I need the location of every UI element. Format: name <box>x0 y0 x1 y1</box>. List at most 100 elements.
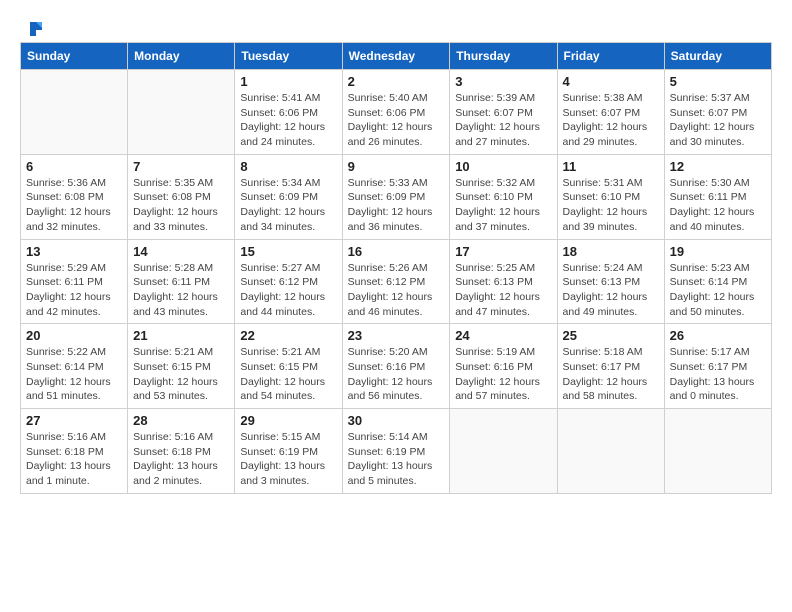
calendar-cell: 3Sunrise: 5:39 AMSunset: 6:07 PMDaylight… <box>450 70 557 155</box>
calendar-cell: 20 Sunrise: 5:22 AMSunset: 6:14 PMDayligh… <box>21 324 128 409</box>
day-info: Sunrise: 5:39 AMSunset: 6:07 PMDaylight:… <box>455 91 551 150</box>
day-number: 6 <box>26 159 122 174</box>
calendar-cell: 28Sunrise: 5:16 AMSunset: 6:18 PMDayligh… <box>128 409 235 494</box>
day-info: Sunrise: 5:19 AMSunset: 6:16 PMDaylight:… <box>455 345 551 404</box>
calendar-cell: 18 Sunrise: 5:24 AMSunset: 6:13 PMDayligh… <box>557 239 664 324</box>
day-info: Sunrise: 5:16 AMSunset: 6:18 PMDaylight:… <box>26 430 122 489</box>
calendar-body: 1 Sunrise: 5:41 AMSunset: 6:06 PMDaylight… <box>21 70 772 494</box>
day-number: 29 <box>240 413 336 428</box>
day-info: Sunrise: 5:41 AMSunset: 6:06 PMDaylight:… <box>240 91 336 150</box>
day-number: 13 <box>26 244 122 259</box>
calendar-cell: 25 Sunrise: 5:18 AMSunset: 6:17 PMDayligh… <box>557 324 664 409</box>
page-header <box>20 20 772 32</box>
day-number: 7 <box>133 159 229 174</box>
calendar-week-row: 20 Sunrise: 5:22 AMSunset: 6:14 PMDayligh… <box>21 324 772 409</box>
day-number: 23 <box>348 328 445 343</box>
day-number: 8 <box>240 159 336 174</box>
day-number: 10 <box>455 159 551 174</box>
calendar-cell <box>128 70 235 155</box>
weekday-header-wednesday: Wednesday <box>342 43 450 70</box>
calendar-cell: 11 Sunrise: 5:31 AMSunset: 6:10 PMDayligh… <box>557 154 664 239</box>
day-info: Sunrise: 5:22 AMSunset: 6:14 PMDaylight:… <box>26 345 122 404</box>
day-number: 15 <box>240 244 336 259</box>
calendar-cell: 22 Sunrise: 5:21 AMSunset: 6:15 PMDayligh… <box>235 324 342 409</box>
day-number: 22 <box>240 328 336 343</box>
day-number: 18 <box>563 244 659 259</box>
day-info: Sunrise: 5:18 AMSunset: 6:17 PMDaylight:… <box>563 345 659 404</box>
day-info: Sunrise: 5:20 AMSunset: 6:16 PMDaylight:… <box>348 345 445 404</box>
weekday-header-sunday: Sunday <box>21 43 128 70</box>
day-info: Sunrise: 5:33 AMSunset: 6:09 PMDaylight:… <box>348 176 445 235</box>
day-number: 19 <box>670 244 766 259</box>
calendar-cell: 23 Sunrise: 5:20 AMSunset: 6:16 PMDayligh… <box>342 324 450 409</box>
calendar-week-row: 6Sunrise: 5:36 AMSunset: 6:08 PMDaylight… <box>21 154 772 239</box>
day-number: 12 <box>670 159 766 174</box>
calendar-cell: 30Sunrise: 5:14 AMSunset: 6:19 PMDayligh… <box>342 409 450 494</box>
day-info: Sunrise: 5:28 AMSunset: 6:11 PMDaylight:… <box>133 261 229 320</box>
calendar-cell: 19 Sunrise: 5:23 AMSunset: 6:14 PMDayligh… <box>664 239 771 324</box>
calendar-cell: 29 Sunrise: 5:15 AMSunset: 6:19 PMDayligh… <box>235 409 342 494</box>
weekday-header-saturday: Saturday <box>664 43 771 70</box>
calendar-cell: 13 Sunrise: 5:29 AMSunset: 6:11 PMDayligh… <box>21 239 128 324</box>
calendar-cell: 6Sunrise: 5:36 AMSunset: 6:08 PMDaylight… <box>21 154 128 239</box>
day-number: 24 <box>455 328 551 343</box>
day-number: 27 <box>26 413 122 428</box>
day-info: Sunrise: 5:21 AMSunset: 6:15 PMDaylight:… <box>240 345 336 404</box>
calendar-cell <box>557 409 664 494</box>
day-number: 21 <box>133 328 229 343</box>
calendar-cell: 5 Sunrise: 5:37 AMSunset: 6:07 PMDaylight… <box>664 70 771 155</box>
day-info: Sunrise: 5:38 AMSunset: 6:07 PMDaylight:… <box>563 91 659 150</box>
calendar-cell: 17 Sunrise: 5:25 AMSunset: 6:13 PMDayligh… <box>450 239 557 324</box>
weekday-header-friday: Friday <box>557 43 664 70</box>
calendar-cell: 7 Sunrise: 5:35 AMSunset: 6:08 PMDaylight… <box>128 154 235 239</box>
day-info: Sunrise: 5:27 AMSunset: 6:12 PMDaylight:… <box>240 261 336 320</box>
day-info: Sunrise: 5:30 AMSunset: 6:11 PMDaylight:… <box>670 176 766 235</box>
weekday-header-tuesday: Tuesday <box>235 43 342 70</box>
day-info: Sunrise: 5:25 AMSunset: 6:13 PMDaylight:… <box>455 261 551 320</box>
day-number: 28 <box>133 413 229 428</box>
calendar-cell: 4 Sunrise: 5:38 AMSunset: 6:07 PMDaylight… <box>557 70 664 155</box>
day-number: 1 <box>240 74 336 89</box>
day-info: Sunrise: 5:23 AMSunset: 6:14 PMDaylight:… <box>670 261 766 320</box>
day-info: Sunrise: 5:15 AMSunset: 6:19 PMDaylight:… <box>240 430 336 489</box>
day-info: Sunrise: 5:24 AMSunset: 6:13 PMDaylight:… <box>563 261 659 320</box>
day-info: Sunrise: 5:35 AMSunset: 6:08 PMDaylight:… <box>133 176 229 235</box>
calendar-cell <box>450 409 557 494</box>
calendar-cell <box>664 409 771 494</box>
calendar-cell: 9 Sunrise: 5:33 AMSunset: 6:09 PMDaylight… <box>342 154 450 239</box>
day-info: Sunrise: 5:31 AMSunset: 6:10 PMDaylight:… <box>563 176 659 235</box>
weekday-header-monday: Monday <box>128 43 235 70</box>
calendar-cell: 21 Sunrise: 5:21 AMSunset: 6:15 PMDayligh… <box>128 324 235 409</box>
day-number: 20 <box>26 328 122 343</box>
day-info: Sunrise: 5:14 AMSunset: 6:19 PMDaylight:… <box>348 430 445 489</box>
day-info: Sunrise: 5:21 AMSunset: 6:15 PMDaylight:… <box>133 345 229 404</box>
calendar-cell: 14 Sunrise: 5:28 AMSunset: 6:11 PMDayligh… <box>128 239 235 324</box>
calendar-cell: 10 Sunrise: 5:32 AMSunset: 6:10 PMDayligh… <box>450 154 557 239</box>
day-number: 25 <box>563 328 659 343</box>
day-number: 11 <box>563 159 659 174</box>
calendar-week-row: 1 Sunrise: 5:41 AMSunset: 6:06 PMDaylight… <box>21 70 772 155</box>
calendar-header-row: SundayMondayTuesdayWednesdayThursdayFrid… <box>21 43 772 70</box>
calendar-cell: 26Sunrise: 5:17 AMSunset: 6:17 PMDayligh… <box>664 324 771 409</box>
calendar-cell: 27 Sunrise: 5:16 AMSunset: 6:18 PMDayligh… <box>21 409 128 494</box>
calendar-week-row: 27 Sunrise: 5:16 AMSunset: 6:18 PMDayligh… <box>21 409 772 494</box>
calendar-cell: 12 Sunrise: 5:30 AMSunset: 6:11 PMDayligh… <box>664 154 771 239</box>
logo-icon <box>22 20 44 38</box>
calendar-week-row: 13 Sunrise: 5:29 AMSunset: 6:11 PMDayligh… <box>21 239 772 324</box>
day-info: Sunrise: 5:37 AMSunset: 6:07 PMDaylight:… <box>670 91 766 150</box>
day-info: Sunrise: 5:29 AMSunset: 6:11 PMDaylight:… <box>26 261 122 320</box>
calendar-cell: 2Sunrise: 5:40 AMSunset: 6:06 PMDaylight… <box>342 70 450 155</box>
day-number: 9 <box>348 159 445 174</box>
day-number: 17 <box>455 244 551 259</box>
day-number: 4 <box>563 74 659 89</box>
day-info: Sunrise: 5:40 AMSunset: 6:06 PMDaylight:… <box>348 91 445 150</box>
day-number: 5 <box>670 74 766 89</box>
day-info: Sunrise: 5:34 AMSunset: 6:09 PMDaylight:… <box>240 176 336 235</box>
day-info: Sunrise: 5:26 AMSunset: 6:12 PMDaylight:… <box>348 261 445 320</box>
calendar-cell <box>21 70 128 155</box>
day-info: Sunrise: 5:32 AMSunset: 6:10 PMDaylight:… <box>455 176 551 235</box>
calendar-cell: 16Sunrise: 5:26 AMSunset: 6:12 PMDayligh… <box>342 239 450 324</box>
day-number: 14 <box>133 244 229 259</box>
day-number: 26 <box>670 328 766 343</box>
logo <box>20 20 46 32</box>
